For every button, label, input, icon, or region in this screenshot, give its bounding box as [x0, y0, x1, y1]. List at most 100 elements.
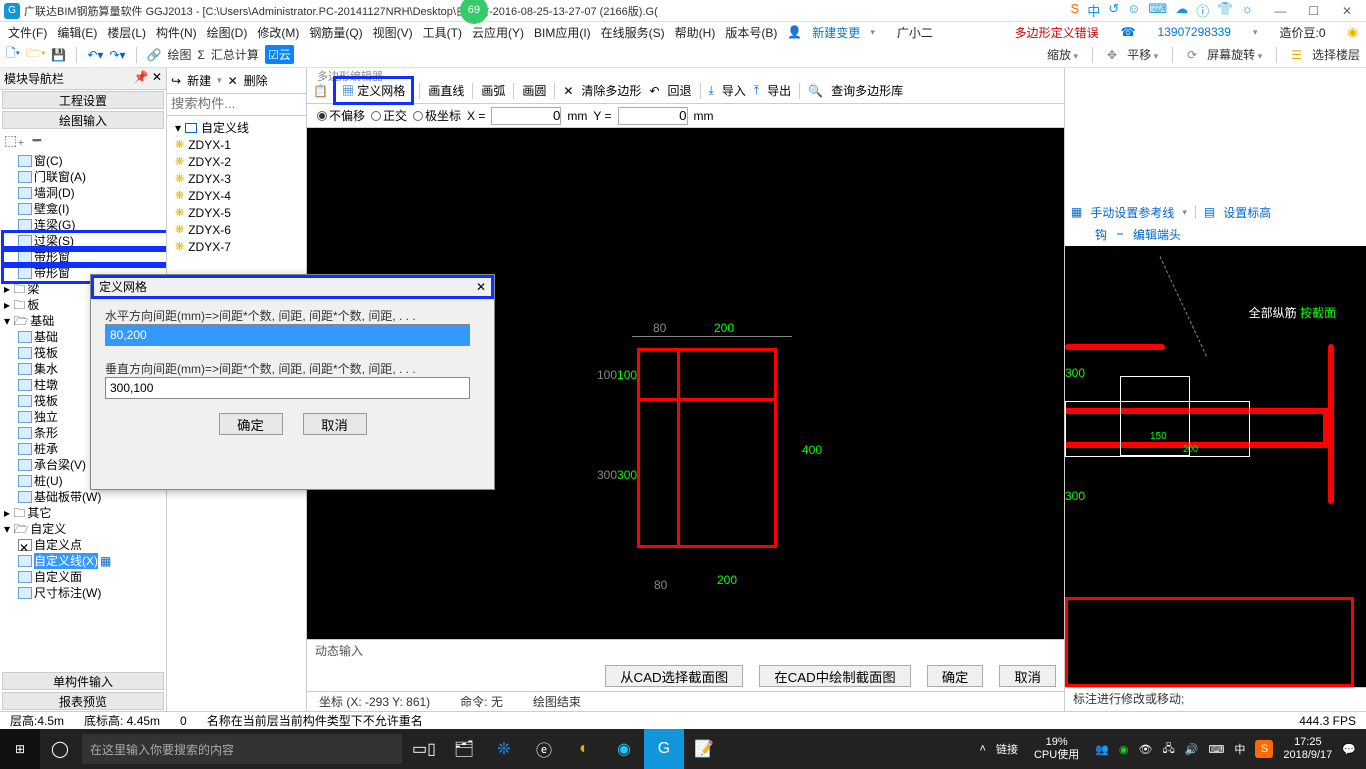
export-button[interactable]: 导出 — [767, 82, 791, 99]
filter-icon[interactable]: 🔗 — [147, 48, 162, 62]
ref-icon[interactable]: ▦ — [1071, 205, 1082, 219]
tray-360-icon[interactable]: ◉ — [1119, 743, 1129, 756]
tray-vol-icon[interactable]: 🔊 — [1185, 743, 1199, 756]
tree-found-8[interactable]: 承台梁(V) — [34, 457, 86, 473]
app-icon[interactable]: ❊ — [484, 729, 524, 769]
tree-found-4[interactable]: 筏板 — [34, 393, 58, 409]
menu-rebar[interactable]: 钢筋量(Q) — [307, 24, 364, 41]
tree-found-10[interactable]: 基础板带(W) — [34, 489, 101, 505]
tray-people-icon[interactable]: 👥 — [1095, 743, 1109, 756]
menu-draw[interactable]: 绘图(D) — [205, 24, 250, 41]
draw-arc-button[interactable]: 画弧 — [481, 82, 505, 99]
end-button[interactable]: 编辑端头 — [1133, 226, 1181, 246]
query-button[interactable]: 查询多边形库 — [831, 82, 903, 99]
delete-icon[interactable]: ✕ — [228, 74, 238, 88]
mid-item[interactable]: ZDYX-3 — [188, 171, 231, 187]
menu-component[interactable]: 构件(N) — [154, 24, 199, 41]
pan-icon[interactable]: ✥ — [1107, 48, 1117, 62]
tree-found-9[interactable]: 桩(U) — [34, 473, 63, 489]
tree-foundation[interactable]: 基础 — [30, 313, 54, 329]
mid-item[interactable]: ZDYX-5 — [188, 205, 231, 221]
ok-button[interactable]: 确定 — [927, 665, 984, 687]
hook-label[interactable]: 钩 — [1095, 226, 1107, 246]
delete-button[interactable]: 删除 — [244, 72, 268, 89]
ime-ico[interactable]: ☼ — [1241, 1, 1253, 20]
tree-ribbon1[interactable]: 带形窗 — [34, 249, 70, 265]
ime-ico[interactable]: 👕 — [1217, 1, 1233, 20]
mid-item[interactable]: ZDYX-7 — [188, 239, 231, 255]
action-center-icon[interactable]: 💬 — [1342, 743, 1356, 756]
mid-item[interactable]: ZDYX-1 — [188, 137, 231, 153]
ime-ico[interactable]: ☺ — [1127, 1, 1140, 20]
tree-ribbon2[interactable]: 带形窗 — [34, 265, 70, 281]
tree-found-7[interactable]: 桩承 — [34, 441, 58, 457]
tree-lintel[interactable]: 过梁(S) — [34, 233, 74, 249]
horiz-input[interactable] — [105, 324, 470, 346]
undo-icon[interactable]: ↶▾ — [87, 48, 103, 62]
dialog-close-button[interactable]: ✕ — [476, 280, 486, 294]
component-tree-mid[interactable]: ▾ 自定义线 ZDYX-1 ZDYX-2 ZDYX-3 ZDYX-4 ZDYX-… — [167, 116, 306, 259]
radio-nooffset[interactable]: 不偏移 — [317, 107, 365, 124]
mid-item[interactable]: ZDYX-6 — [188, 222, 231, 238]
ref-button[interactable]: 手动设置参考线 — [1090, 204, 1174, 221]
tree-found-3[interactable]: 柱墩 — [34, 377, 58, 393]
tree-custom[interactable]: 自定义 — [30, 521, 66, 537]
ime-ico[interactable]: ☁ — [1175, 1, 1188, 20]
menu-edit[interactable]: 编辑(E) — [55, 24, 99, 41]
summary-button[interactable]: 汇总计算 — [211, 46, 259, 63]
tree-beam[interactable]: 梁 — [27, 281, 39, 297]
new-icon[interactable]: 🗋▾ — [6, 44, 20, 65]
tree-niche[interactable]: 壁龛(I) — [34, 201, 69, 217]
menu-online[interactable]: 在线服务(S) — [599, 24, 667, 41]
sogou-icon[interactable]: S — [1255, 740, 1273, 758]
start-button[interactable]: ⊞ — [0, 729, 40, 769]
app-icon[interactable]: ◐ — [564, 729, 604, 769]
tray-ime-icon[interactable]: ⌨ — [1208, 743, 1224, 756]
undo-icon[interactable]: ↶ — [649, 84, 659, 98]
pan-dropdown[interactable]: 平移 — [1127, 46, 1158, 63]
mark-button[interactable]: 设置标高 — [1223, 204, 1271, 221]
import-icon[interactable]: ⤓ — [709, 83, 714, 98]
menu-floor[interactable]: 楼层(L) — [105, 24, 148, 41]
menu-cloud[interactable]: 云应用(Y) — [470, 24, 526, 41]
floor-icon[interactable]: ☰ — [1291, 48, 1302, 62]
menu-tool[interactable]: 工具(T) — [421, 24, 464, 41]
taskview-icon[interactable]: ▭▯ — [404, 729, 444, 769]
ime-ico[interactable]: ⓘ — [1196, 1, 1209, 20]
back-button[interactable]: 回退 — [668, 82, 692, 99]
tree-found-5[interactable]: 独立 — [34, 409, 58, 425]
rotate-icon[interactable]: ⟳ — [1187, 48, 1197, 62]
open-icon[interactable]: 🗁▾ — [26, 44, 45, 65]
clear-icon[interactable]: ✕ — [563, 84, 573, 98]
ggj-icon[interactable]: G — [644, 729, 684, 769]
draw-button[interactable]: 绘图 — [167, 46, 191, 63]
cortana-icon[interactable]: ◯ — [40, 729, 80, 769]
redo-icon[interactable]: ↷▾ — [109, 48, 125, 62]
clear-button[interactable]: 清除多边形 — [581, 82, 641, 99]
dialog-ok-button[interactable]: 确定 — [219, 413, 283, 435]
tree-found-2[interactable]: 集水 — [34, 361, 58, 377]
sigma-icon[interactable]: Σ — [198, 48, 205, 62]
edge-icon[interactable]: ⓔ — [524, 729, 564, 769]
import-button[interactable]: 导入 — [722, 82, 746, 99]
tree-dim[interactable]: 尺寸标注(W) — [34, 585, 101, 601]
ime-cn[interactable]: 中 — [1087, 1, 1100, 20]
tree-coupling[interactable]: 连梁(G) — [34, 217, 75, 233]
flat-icon[interactable]: ━ — [33, 132, 41, 149]
ime-ico[interactable]: ⌨ — [1148, 1, 1167, 20]
maximize-button[interactable]: ☐ — [1299, 4, 1329, 18]
tree-found-0[interactable]: 基础 — [34, 329, 58, 345]
tree-custom-face[interactable]: 自定义面 — [34, 569, 82, 585]
menu-file[interactable]: 文件(F) — [6, 24, 49, 41]
define-grid-button[interactable]: ▦ 定义网格 — [336, 79, 411, 102]
tray-link[interactable]: 链接 — [996, 741, 1018, 757]
cancel-button[interactable]: 取消 — [999, 665, 1056, 687]
tree-other[interactable]: 其它 — [27, 505, 51, 521]
section-project[interactable]: 工程设置 — [2, 91, 164, 109]
tree-doorwindow[interactable]: 门联窗(A) — [34, 169, 86, 185]
tree-custom-line[interactable]: 自定义线(X) — [34, 553, 98, 569]
cloud-check-icon[interactable]: ☑云 — [265, 45, 294, 64]
app-icon[interactable]: 🗂 — [444, 729, 484, 769]
minimize-button[interactable]: — — [1265, 4, 1295, 18]
tray-clock[interactable]: 17:252018/9/17 — [1283, 736, 1332, 762]
